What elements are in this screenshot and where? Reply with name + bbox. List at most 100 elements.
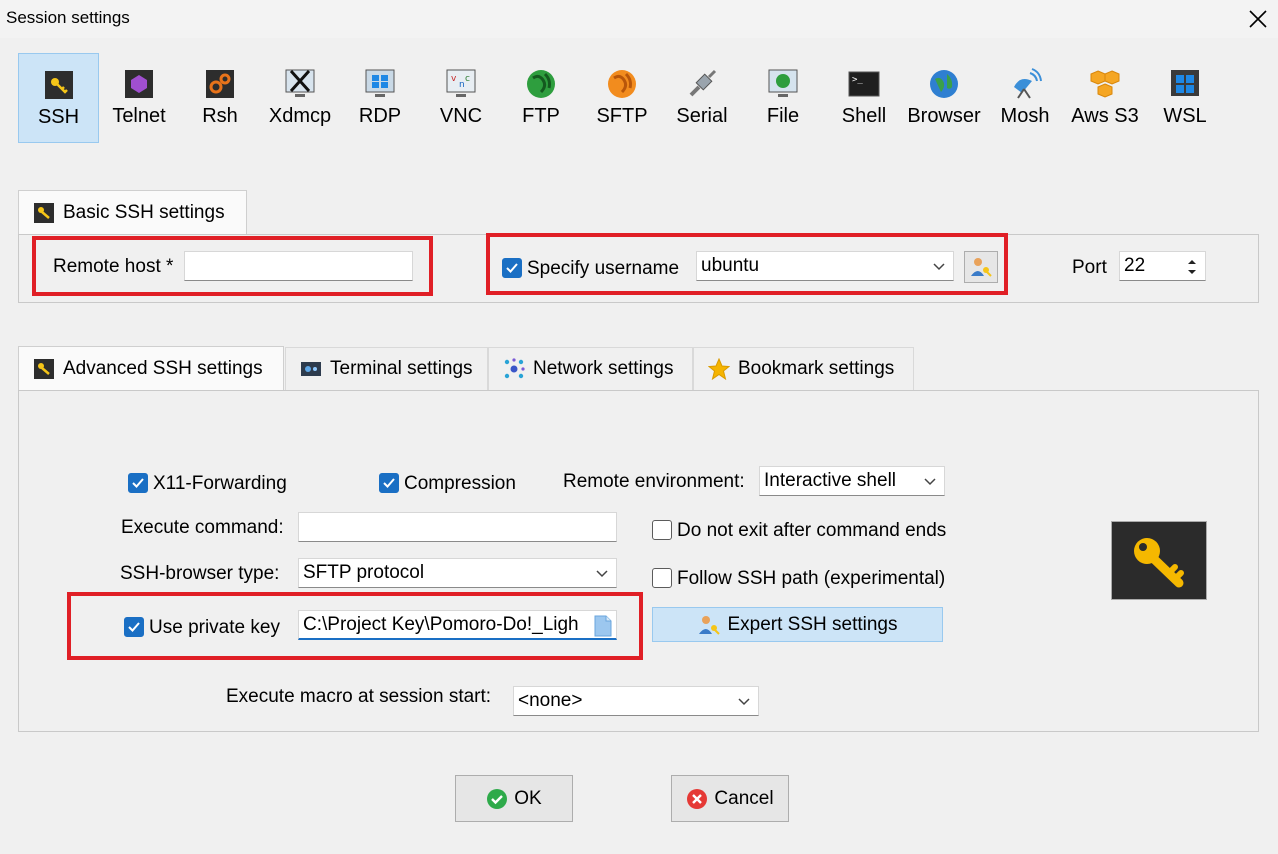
execute-macro-value: <none>	[518, 690, 583, 711]
ssh-browser-type-value: SFTP protocol	[303, 562, 425, 583]
do-not-exit-label: Do not exit after command ends	[677, 520, 947, 541]
session-type-file[interactable]: File	[745, 53, 821, 143]
tab-label: Advanced SSH settings	[63, 357, 263, 379]
serial-icon	[685, 67, 719, 101]
follow-ssh-path-label: Follow SSH path (experimental)	[677, 568, 946, 589]
close-icon	[1249, 10, 1267, 28]
session-type-vnc[interactable]: vnc VNC	[423, 53, 499, 143]
compression-label: Compression	[404, 473, 516, 494]
shell-icon: >_	[847, 67, 881, 101]
checkmark-icon	[383, 478, 395, 488]
spin-arrows-icon[interactable]	[1187, 257, 1197, 277]
follow-ssh-path-checkbox[interactable]	[652, 568, 672, 588]
session-type-label: SFTP	[596, 105, 648, 127]
vnc-icon: vnc	[444, 67, 478, 101]
execute-macro-select[interactable]: <none>	[513, 686, 759, 716]
execute-command-input[interactable]	[298, 512, 617, 542]
ok-label: OK	[514, 787, 542, 809]
session-type-browser[interactable]: Browser	[906, 53, 982, 143]
svg-text:>_: >_	[852, 75, 863, 85]
session-type-label: VNC	[439, 105, 483, 127]
close-button[interactable]	[1238, 2, 1278, 36]
cancel-circle-icon	[687, 788, 708, 809]
advanced-settings-panel	[18, 390, 1259, 732]
remote-environment-select[interactable]: Interactive shell	[759, 466, 945, 496]
aws-s3-icon	[1088, 67, 1122, 101]
remote-environment-label: Remote environment:	[563, 471, 745, 492]
chevron-down-icon	[738, 698, 750, 706]
tab-label: Basic SSH settings	[63, 201, 225, 223]
tab-advanced-ssh-settings[interactable]: Advanced SSH settings	[18, 346, 284, 390]
ssh-key-image	[1111, 521, 1207, 600]
tab-label: Terminal settings	[330, 358, 473, 379]
star-icon	[708, 358, 730, 380]
session-type-label: Shell	[841, 105, 887, 127]
ftp-icon	[524, 67, 558, 101]
execute-command-label: Execute command:	[121, 517, 284, 538]
svg-text:v: v	[451, 74, 457, 84]
session-type-label: File	[766, 105, 800, 127]
tab-label: Network settings	[533, 358, 674, 379]
tab-basic-ssh-settings[interactable]: Basic SSH settings	[18, 190, 247, 234]
ok-button[interactable]: OK	[455, 775, 573, 822]
session-type-ssh[interactable]: SSH	[18, 53, 99, 143]
session-type-label: FTP	[522, 105, 560, 127]
session-type-label: Rsh	[202, 105, 238, 127]
session-type-serial[interactable]: Serial	[664, 53, 740, 143]
checkmark-icon	[132, 478, 144, 488]
session-type-xdmcp[interactable]: Xdmcp	[262, 53, 338, 143]
telnet-icon	[122, 67, 156, 101]
check-circle-icon	[487, 788, 508, 809]
session-type-rdp[interactable]: RDP	[342, 53, 418, 143]
session-type-aws-s3[interactable]: Aws S3	[1066, 53, 1144, 143]
highlight-specify-username	[486, 233, 1008, 295]
ssh-browser-type-label: SSH-browser type:	[120, 563, 280, 584]
wrench-icon	[33, 202, 55, 224]
terminal-icon	[300, 358, 322, 380]
session-type-label: SSH	[37, 106, 80, 128]
session-type-rsh[interactable]: Rsh	[182, 53, 258, 143]
session-type-ftp[interactable]: FTP	[503, 53, 579, 143]
do-not-exit-checkbox[interactable]	[652, 520, 672, 540]
execute-macro-label: Execute macro at session start:	[226, 686, 492, 707]
rsh-icon	[203, 67, 237, 101]
tab-bookmark-settings[interactable]: Bookmark settings	[693, 347, 914, 390]
port-value: 22	[1124, 255, 1146, 276]
highlight-private-key	[67, 592, 643, 660]
x11-forwarding-checkbox[interactable]	[128, 473, 148, 493]
session-type-label: Aws S3	[1071, 105, 1139, 127]
tab-label: Bookmark settings	[738, 358, 895, 379]
session-type-label: WSL	[1163, 105, 1207, 127]
session-type-wsl[interactable]: WSL	[1147, 53, 1223, 143]
network-icon	[503, 358, 525, 380]
cancel-button[interactable]: Cancel	[671, 775, 789, 822]
chevron-down-icon	[596, 570, 608, 578]
session-type-label: Mosh	[1000, 105, 1050, 127]
highlight-remote-host	[32, 236, 433, 296]
mosh-icon	[1008, 67, 1042, 101]
session-type-telnet[interactable]: Telnet	[101, 53, 177, 143]
rdp-icon	[363, 67, 397, 101]
session-type-label: Browser	[907, 105, 981, 127]
tab-network-settings[interactable]: Network settings	[488, 347, 693, 390]
tab-terminal-settings[interactable]: Terminal settings	[285, 347, 488, 390]
window-title: Session settings	[6, 8, 130, 27]
session-type-sftp[interactable]: SFTP	[584, 53, 660, 143]
svg-text:c: c	[465, 74, 470, 84]
expert-ssh-settings-label: Expert SSH settings	[727, 613, 898, 635]
cancel-label: Cancel	[714, 787, 774, 809]
sftp-icon	[605, 67, 639, 101]
x11-forwarding-label: X11-Forwarding	[153, 473, 287, 494]
port-spinbox[interactable]: 22	[1119, 251, 1206, 281]
xdmcp-icon	[283, 67, 317, 101]
remote-environment-value: Interactive shell	[764, 470, 897, 491]
compression-checkbox[interactable]	[379, 473, 399, 493]
session-type-mosh[interactable]: Mosh	[987, 53, 1063, 143]
session-type-label: RDP	[358, 105, 402, 127]
expert-ssh-settings-button[interactable]: Expert SSH settings	[652, 607, 943, 642]
session-type-shell[interactable]: >_ Shell	[826, 53, 902, 143]
session-type-label: Serial	[676, 105, 728, 127]
browser-icon	[927, 67, 961, 101]
session-type-label: Xdmcp	[268, 105, 332, 127]
ssh-browser-type-select[interactable]: SFTP protocol	[298, 558, 617, 588]
